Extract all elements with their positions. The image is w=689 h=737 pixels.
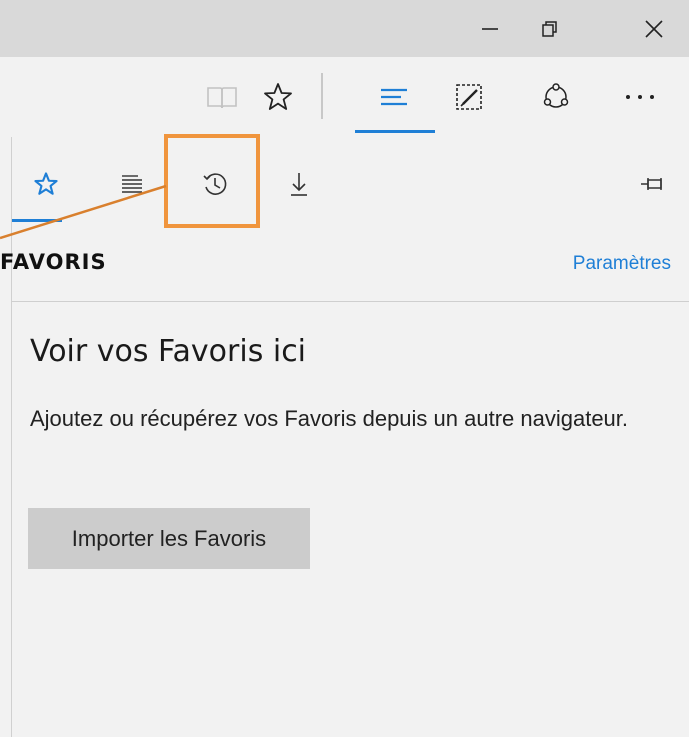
hub-icon: [381, 88, 407, 106]
restore-icon: [542, 20, 557, 37]
favorites-star-icon: [34, 172, 58, 195]
reading-view-button[interactable]: [196, 69, 248, 125]
import-favorites-button[interactable]: Importer les Favoris: [28, 508, 310, 569]
browser-toolbar: [0, 57, 689, 137]
empty-state-heading: Voir vos Favoris ici: [30, 334, 307, 369]
favorite-star-icon: [264, 83, 292, 110]
close-button[interactable]: [626, 0, 682, 57]
add-favorite-button[interactable]: [252, 69, 304, 125]
hub-active-indicator: [355, 130, 435, 133]
hub-panel: [11, 137, 689, 737]
browser-window: FAVORIS Paramètres Voir vos Favoris ici …: [0, 0, 689, 737]
tab-favorites[interactable]: [24, 159, 68, 209]
section-divider: [11, 301, 689, 302]
minimize-button[interactable]: [462, 0, 518, 57]
reading-list-icon: [122, 175, 142, 193]
restore-button[interactable]: [522, 0, 578, 57]
share-icon: [543, 83, 569, 108]
tab-favorites-indicator: [12, 219, 62, 222]
hub-button[interactable]: [368, 69, 420, 125]
empty-state-description: Ajoutez ou récupérez vos Favoris depuis …: [30, 406, 629, 431]
minimize-icon: [482, 27, 498, 30]
section-title: FAVORIS: [0, 250, 107, 274]
settings-link[interactable]: Paramètres: [573, 253, 671, 275]
toolbar-separator: [321, 73, 323, 119]
web-note-icon: [456, 84, 482, 110]
more-icon: [626, 95, 654, 99]
web-note-button[interactable]: [443, 69, 495, 125]
reading-view-icon: [207, 87, 237, 109]
title-bar: [0, 0, 689, 57]
history-tab-highlight: [164, 134, 260, 228]
downloads-icon: [291, 173, 307, 196]
pin-panel-button[interactable]: [630, 159, 674, 209]
hub-tabs: [12, 137, 689, 225]
more-button[interactable]: [614, 69, 666, 125]
pin-icon: [641, 178, 662, 190]
tab-reading-list[interactable]: [110, 159, 154, 209]
tab-downloads[interactable]: [277, 159, 321, 209]
share-button[interactable]: [530, 69, 582, 125]
close-icon: [645, 19, 663, 38]
